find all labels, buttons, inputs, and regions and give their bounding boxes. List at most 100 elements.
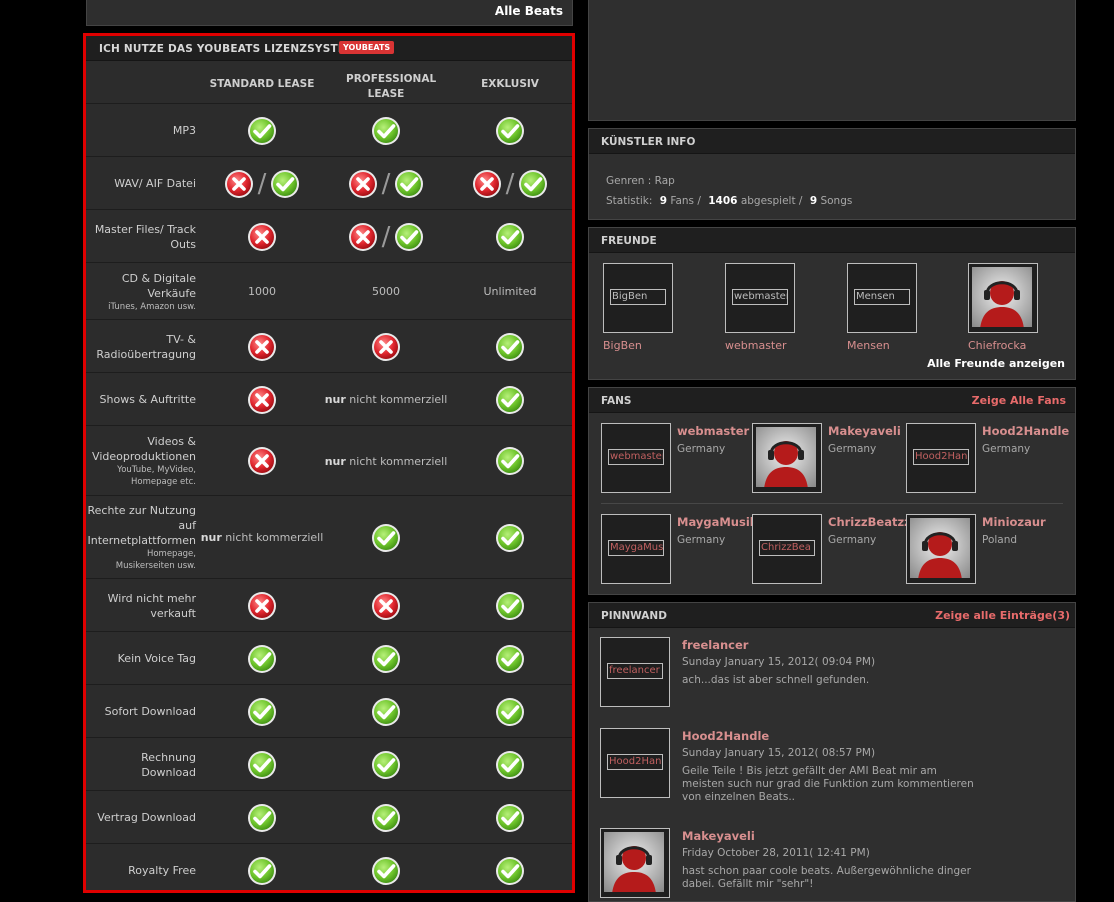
artist-info-header: KÜNSTLER INFO [589, 129, 1075, 154]
row-label-text: Master Files/ Track Outs [94, 222, 196, 251]
wall-author-thumbnail[interactable]: freelancer [600, 637, 670, 707]
cross-icon [372, 332, 400, 361]
friend-name[interactable]: webmaster [725, 339, 787, 352]
license-cell [200, 632, 324, 685]
row-label-text: MP3 [172, 124, 196, 137]
license-cell [448, 373, 572, 426]
license-row: TV- & Radioübertragung [86, 319, 572, 373]
image-alt-text: Hood2Han [609, 756, 662, 767]
license-cell [324, 685, 448, 738]
avatar [972, 267, 1032, 327]
license-row: Vertrag Download [86, 790, 572, 844]
friend-name[interactable]: Chiefrocka [968, 339, 1026, 352]
cell-value: 1000 [248, 285, 276, 298]
all-friends-link[interactable]: Alle Freunde anzeigen [927, 357, 1065, 370]
license-row: WAV/ AIF Datei / / / [86, 156, 572, 210]
fan-thumbnail[interactable]: Hood2Han [906, 423, 976, 493]
image-alt-text: BigBen [612, 291, 648, 302]
license-header: ICH NUTZE DAS YOUBEATS LIZENZSYSTEM YOUB… [86, 36, 572, 61]
friends-panel: FREUNDE BigBen BigBen webmaster webmaster Me… [588, 227, 1076, 380]
cell-value: Unlimited [483, 285, 537, 298]
wall-entry-text: ach...das ist aber schnell gefunden. [682, 674, 870, 686]
row-label-text: Videos & Videoproduktionen [92, 435, 196, 463]
fan-thumbnail[interactable]: webmaster [601, 423, 671, 493]
youbeats-badge: YOUBEATS [339, 41, 395, 54]
cross-icon [248, 222, 276, 251]
check-icon [372, 644, 400, 673]
cross-icon [224, 169, 253, 198]
row-label: Master Files/ Track Outs [86, 210, 196, 263]
license-row: MP3 [86, 103, 572, 157]
check-icon [496, 644, 524, 673]
license-row: Rechte zur Nutzung auf Internetplattform… [86, 495, 572, 579]
license-cell [200, 373, 324, 426]
image-alt-text: Hood2Han [915, 451, 968, 462]
license-row: Royalty Free [86, 843, 572, 897]
broken-image-icon: MaygaMus [608, 540, 664, 556]
fan-name[interactable]: webmaster [677, 424, 749, 438]
check-icon [496, 385, 524, 414]
fan-thumbnail[interactable]: MaygaMus [601, 514, 671, 584]
license-cell [324, 738, 448, 791]
friend-thumbnail[interactable]: Mensen [847, 263, 917, 333]
check-icon [496, 803, 524, 832]
all-wall-entries-link[interactable]: Zeige alle Einträge(3) [935, 609, 1070, 622]
stats-line: Statistik: 9 Fans / 1406 abgespielt / 9 … [606, 195, 852, 207]
broken-image-icon: ChrizzBea [759, 540, 815, 556]
wall-author-thumbnail[interactable] [600, 828, 670, 898]
cross-icon [248, 385, 276, 414]
license-cell [448, 685, 572, 738]
license-row: Shows & Auftritte nur nicht kommerziell [86, 372, 572, 426]
wall-author-thumbnail[interactable]: Hood2Han [600, 728, 670, 798]
player-panel [588, 0, 1076, 121]
cell-text-bold: nur [324, 454, 346, 468]
row-label: Royalty Free [86, 844, 196, 897]
fans-title: FANS [601, 395, 632, 407]
row-label-text: Rechnung Download [141, 750, 196, 779]
check-icon [372, 750, 400, 779]
friend-thumbnail[interactable] [968, 263, 1038, 333]
fan-name[interactable]: Makeyaveli [828, 424, 901, 438]
wall-author-name[interactable]: Makeyaveli [682, 829, 755, 843]
license-cell [200, 210, 324, 263]
row-label-sub: Homepage, Musikerseiten usw. [115, 549, 196, 571]
fan-thumbnail[interactable] [906, 514, 976, 584]
beats-list-footer: Alle Beats [86, 0, 573, 26]
license-cell [324, 791, 448, 844]
license-cell [448, 579, 572, 632]
fan-name[interactable]: Hood2Handle [982, 424, 1069, 438]
all-fans-link[interactable]: Zeige Alle Fans [972, 394, 1066, 407]
wall-entry-date: Sunday January 15, 2012( 09:04 PM) [682, 656, 876, 668]
friend-name[interactable]: BigBen [603, 339, 642, 352]
cross-icon [248, 332, 276, 361]
check-icon [372, 523, 400, 552]
license-row: Rechnung Download [86, 737, 572, 791]
row-label-sub: YouTube, MyVideo, Homepage etc. [117, 465, 196, 487]
fan-name[interactable]: MaygaMusik [677, 515, 757, 529]
fan-name[interactable]: ChrizzBeatzz [828, 515, 911, 529]
row-label-text: TV- & Radioübertragung [96, 332, 196, 361]
fan-country: Germany [677, 443, 726, 455]
friend-thumbnail[interactable]: BigBen [603, 263, 673, 333]
image-alt-text: freelancer [609, 665, 660, 676]
fan-thumbnail[interactable] [752, 423, 822, 493]
cell-text: nur nicht kommerziell [324, 393, 448, 406]
stats-fans: 9 [659, 195, 668, 207]
check-icon [372, 116, 400, 145]
fan-thumbnail[interactable]: ChrizzBea [752, 514, 822, 584]
friend-thumbnail[interactable]: webmaster [725, 263, 795, 333]
row-label: TV- & Radioübertragung [86, 320, 196, 373]
license-cell [200, 738, 324, 791]
check-icon [372, 803, 400, 832]
avatar [604, 832, 664, 892]
all-beats-link[interactable]: Alle Beats [495, 4, 563, 18]
col-professional-lease: PROFESSIONAL LEASE [324, 72, 448, 102]
default-user-icon [612, 846, 656, 892]
row-label: Rechte zur Nutzung auf Internetplattform… [86, 496, 197, 579]
wall-author-name[interactable]: freelancer [682, 638, 748, 652]
fan-name[interactable]: Miniozaur [982, 515, 1046, 529]
wall-author-name[interactable]: Hood2Handle [682, 729, 769, 743]
friend-name[interactable]: Mensen [847, 339, 890, 352]
fan-country: Germany [828, 534, 877, 546]
default-user-icon [918, 532, 962, 578]
